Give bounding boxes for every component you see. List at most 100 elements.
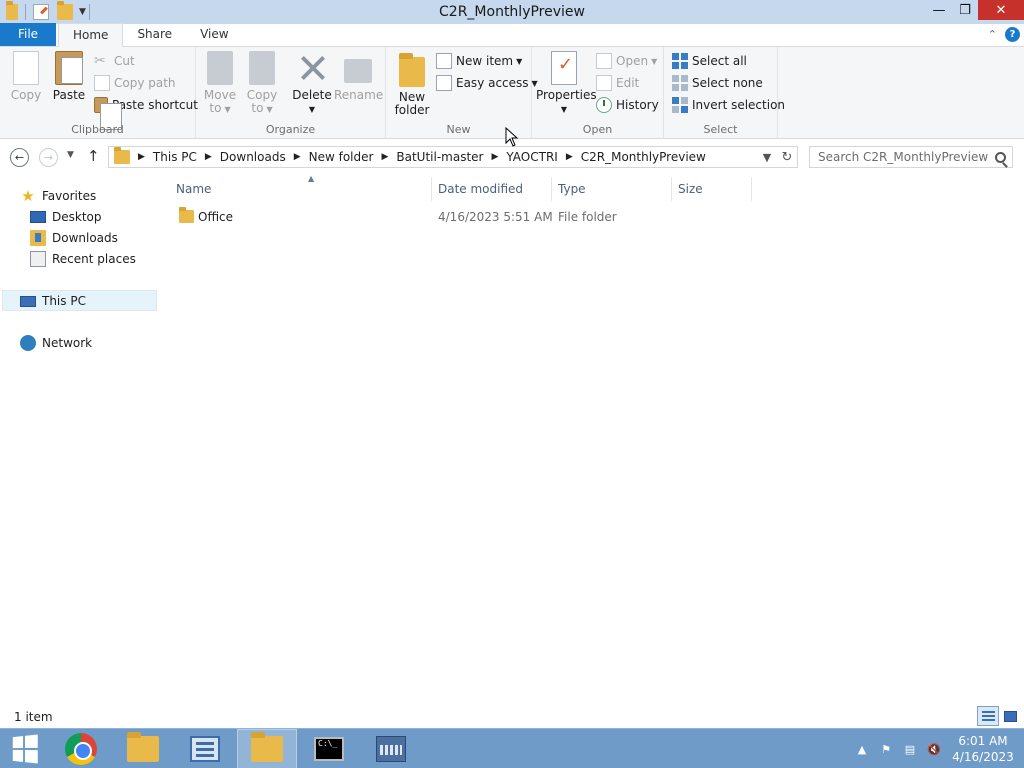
taskbar-chrome[interactable] [51, 729, 111, 768]
paste-shortcut-button[interactable]: Paste shortcut [94, 95, 198, 130]
properties-icon[interactable] [33, 4, 49, 20]
search-box[interactable] [809, 146, 1013, 168]
details-view-button[interactable] [977, 706, 999, 726]
copy-to-button[interactable]: Copy to ▼ [244, 51, 280, 116]
column-header-name[interactable]: ▲ Name [170, 174, 432, 201]
new-folder-button[interactable]: New folder [392, 51, 432, 117]
breadcrumb-separator-icon[interactable]: ▶ [205, 152, 212, 162]
rename-button[interactable]: Rename [334, 51, 383, 102]
copy-to-icon [249, 51, 275, 85]
taskbar-file-explorer[interactable] [113, 729, 173, 768]
move-to-button[interactable]: Move to ▼ [202, 51, 238, 116]
breadcrumb-c2r-monthlypreview[interactable]: C2R_MonthlyPreview [581, 150, 706, 164]
delete-x-icon [296, 51, 328, 85]
qat-dropdown-icon[interactable]: ▼ [79, 7, 86, 17]
history-button[interactable]: History [596, 95, 659, 115]
nav-desktop[interactable]: Desktop [30, 206, 102, 227]
explorer-folder-icon[interactable] [6, 1, 18, 20]
copy-button[interactable]: Copy [6, 51, 46, 102]
easy-access-button[interactable]: Easy access ▼ [436, 73, 538, 93]
help-icon[interactable]: ? [1005, 27, 1020, 42]
refresh-icon[interactable]: ↻ [777, 150, 797, 165]
tab-share[interactable]: Share [123, 23, 186, 46]
column-header-type[interactable]: Type [552, 177, 672, 201]
open-group-label: Open [582, 123, 613, 136]
select-all-button[interactable]: Select all [672, 51, 747, 71]
new-item-button[interactable]: New item ▼ [436, 51, 522, 71]
large-icons-view-button[interactable] [999, 706, 1021, 726]
command-prompt-icon: C:\_ [314, 737, 344, 761]
properties-button[interactable]: ✓ Properties ▼ [536, 51, 597, 116]
start-button[interactable] [0, 729, 48, 768]
nav-downloads[interactable]: Downloads [30, 227, 118, 248]
open-button[interactable]: Open ▼ [596, 51, 657, 71]
select-group: Select all Select none Invert selection … [664, 47, 785, 139]
network-tray-icon[interactable]: ▤ [901, 741, 919, 757]
copy-path-button[interactable]: Copy path [94, 73, 176, 93]
delete-button[interactable]: Delete ▼ [292, 51, 332, 116]
search-icon[interactable] [995, 151, 1006, 163]
forward-button[interactable]: → [39, 148, 58, 167]
star-icon: ★ [21, 186, 35, 205]
taskbar: C:\_ ▲ ⚑ ▤ 🔇 6:01 AM 4/16/2023 [0, 728, 1024, 768]
back-button[interactable]: ← [10, 148, 29, 167]
invert-selection-icon [672, 97, 688, 113]
tab-view[interactable]: View [186, 23, 242, 46]
show-hidden-icons-icon[interactable]: ▲ [853, 741, 871, 757]
nav-this-pc[interactable]: This PC [2, 290, 157, 311]
restore-button[interactable]: ❐ [952, 0, 978, 20]
address-folder-icon [114, 147, 130, 164]
tab-file[interactable]: File [0, 23, 56, 46]
address-bar[interactable]: ▶ This PC ▶ Downloads ▶ New folder ▶ Bat… [108, 146, 798, 168]
breadcrumb-new-folder[interactable]: New folder [309, 150, 374, 164]
breadcrumb-separator-icon[interactable]: ▶ [294, 152, 301, 162]
clock-date: 4/16/2023 [952, 750, 1014, 764]
breadcrumb-yaoctri[interactable]: YAOCTRI [506, 150, 557, 164]
qat-separator [25, 4, 26, 20]
taskbar-on-screen-keyboard[interactable] [361, 729, 421, 768]
new-folder-icon[interactable] [57, 1, 73, 20]
taskbar-file-explorer-active[interactable] [237, 729, 297, 768]
clipboard-group: Copy Paste ✂ Cut Copy path Paste shortcu… [0, 47, 198, 139]
column-header-date-modified[interactable]: Date modified [432, 177, 552, 201]
edit-icon [596, 75, 612, 91]
recent-locations-dropdown-icon[interactable]: ▼ [67, 150, 74, 160]
paste-button[interactable]: Paste [50, 51, 88, 102]
up-arrow-icon[interactable]: ↑ [87, 147, 100, 165]
select-none-button[interactable]: Select none [672, 73, 763, 93]
action-center-flag-icon[interactable]: ⚑ [877, 741, 895, 757]
search-input[interactable] [818, 150, 988, 164]
edit-button[interactable]: Edit [596, 73, 639, 93]
address-dropdown-icon[interactable]: ▼ [757, 151, 777, 164]
breadcrumb-separator-icon[interactable]: ▶ [138, 152, 145, 162]
breadcrumb-batutil-master[interactable]: BatUtil-master [396, 150, 483, 164]
new-group: New folder New item ▼ Easy access ▼ New [386, 47, 538, 139]
invert-selection-button[interactable]: Invert selection [672, 95, 785, 115]
cut-button[interactable]: ✂ Cut [94, 51, 135, 71]
close-button[interactable]: ✕ [978, 0, 1024, 20]
breadcrumb-separator-icon[interactable]: ▶ [491, 152, 498, 162]
chrome-icon [65, 733, 97, 765]
minimize-ribbon-icon[interactable]: ⌃ [988, 28, 997, 41]
volume-muted-icon[interactable]: 🔇 [925, 741, 943, 757]
table-row[interactable]: Office 4/16/2023 5:51 AM File folder [172, 206, 752, 228]
clock[interactable]: 6:01 AM 4/16/2023 [946, 733, 1020, 765]
taskbar-server-manager[interactable] [175, 729, 235, 768]
column-header-size[interactable]: Size [672, 177, 752, 201]
file-date-modified: 4/16/2023 5:51 AM [438, 210, 553, 224]
large-icons-view-icon [1003, 710, 1017, 722]
nav-recent-places[interactable]: Recent places [30, 248, 136, 269]
forward-arrow-icon: → [43, 151, 54, 164]
breadcrumb-separator-icon[interactable]: ▶ [566, 152, 573, 162]
breadcrumb-this-pc[interactable]: This PC [153, 150, 197, 164]
breadcrumb-downloads[interactable]: Downloads [220, 150, 286, 164]
clock-time: 6:01 AM [958, 734, 1008, 748]
tab-home[interactable]: Home [58, 23, 124, 47]
nav-favorites[interactable]: ★ Favorites [20, 185, 96, 206]
move-to-icon [207, 51, 233, 85]
breadcrumb-separator-icon[interactable]: ▶ [381, 152, 388, 162]
taskbar-command-prompt[interactable]: C:\_ [299, 729, 359, 768]
ribbon-tabs: File Home Share View ⌃ ? [0, 23, 1024, 47]
nav-network[interactable]: Network [20, 332, 92, 353]
minimize-button[interactable]: — [926, 0, 952, 20]
